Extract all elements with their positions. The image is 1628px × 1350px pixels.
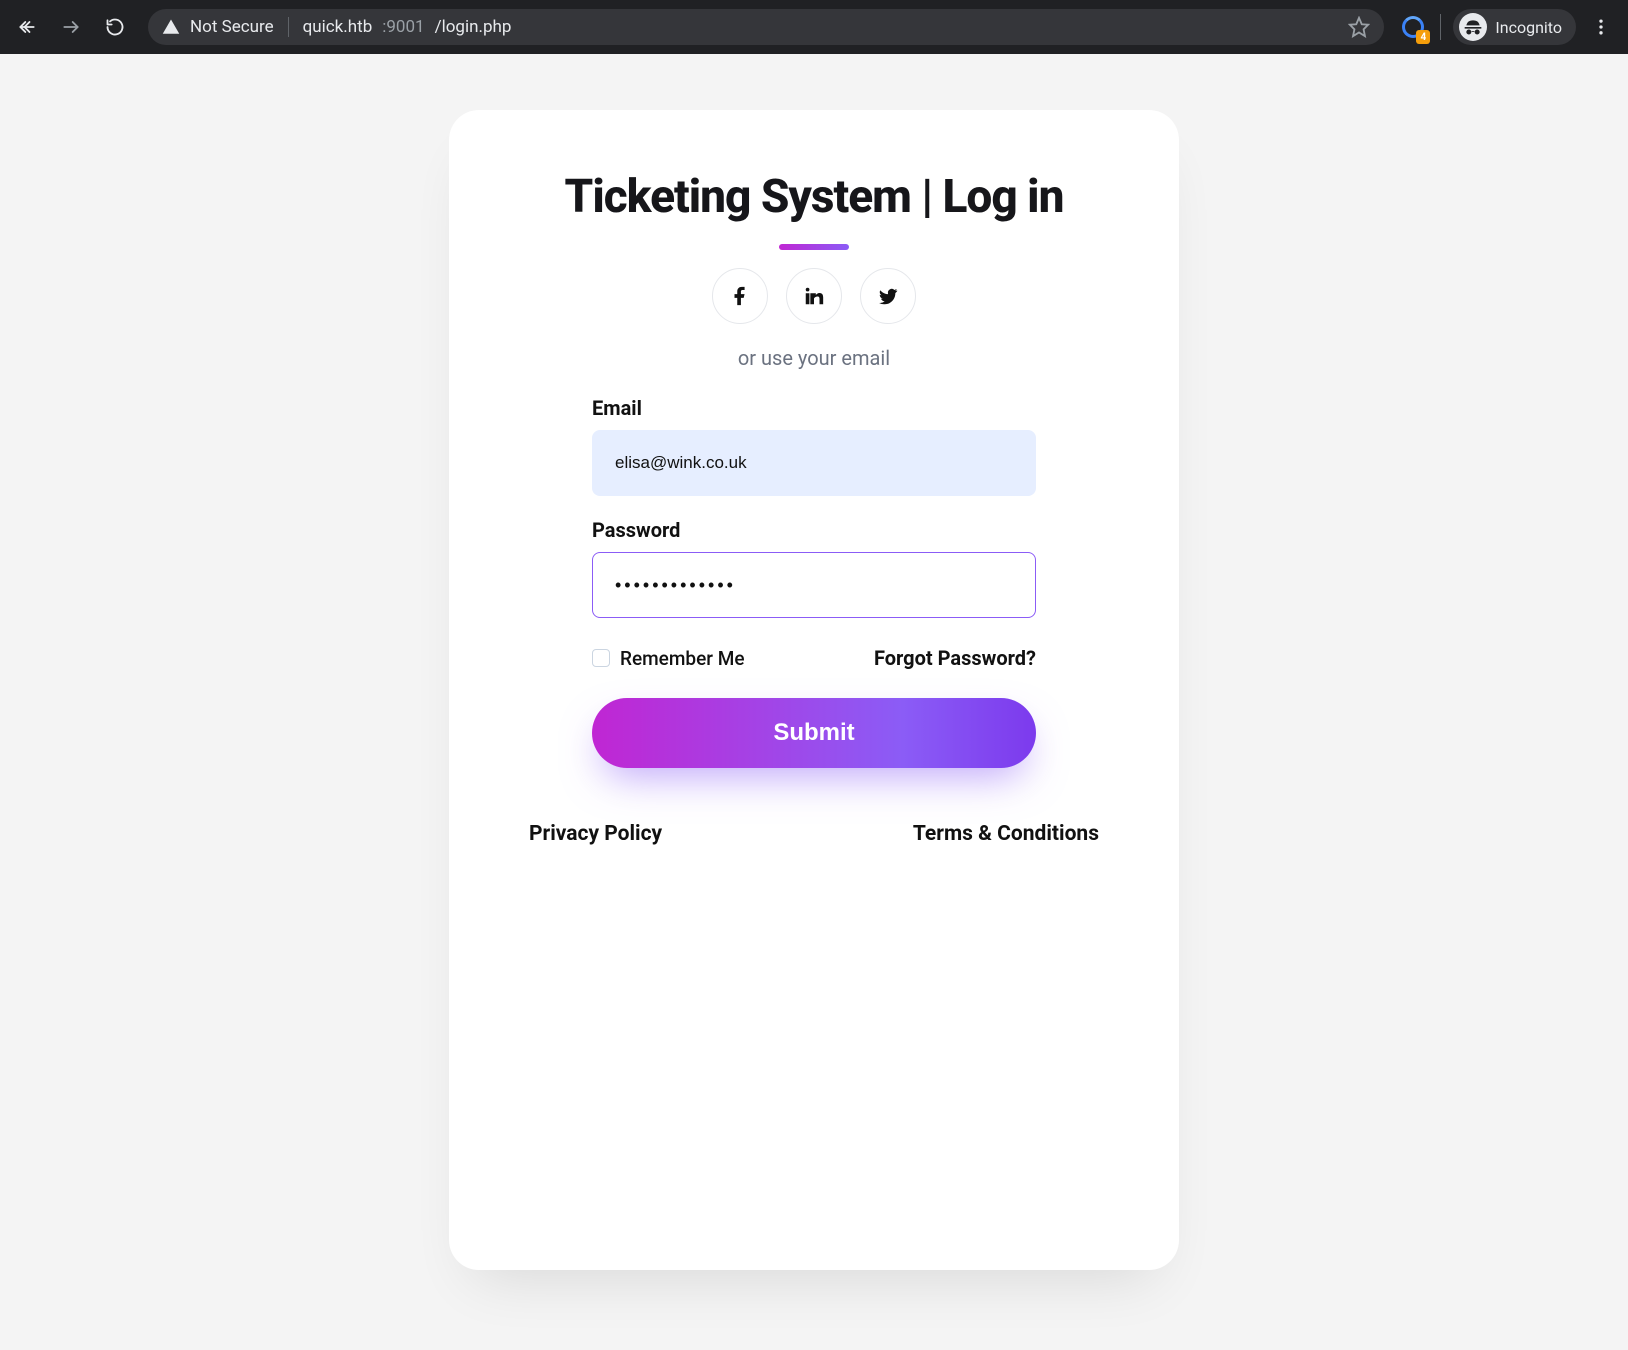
extension-icon[interactable]: 4 [1398,12,1428,42]
forward-button[interactable] [52,8,90,46]
email-hint: or use your email [529,346,1099,370]
incognito-label: Incognito [1495,18,1562,37]
terms-link[interactable]: Terms & Conditions [913,822,1099,846]
browser-toolbar: Not Secure quick.htb :9001/login.php 4 In… [0,0,1628,54]
twitter-icon [877,285,899,307]
submit-button[interactable]: Submit [592,698,1036,768]
back-button[interactable] [8,8,46,46]
remember-label: Remember Me [620,647,745,670]
not-secure-icon [162,18,180,36]
privacy-policy-link[interactable]: Privacy Policy [529,822,662,846]
social-login-row [529,268,1099,324]
password-input[interactable] [592,552,1036,618]
facebook-login-button[interactable] [712,268,768,324]
url-port: :9001 [382,17,424,37]
page-viewport: Ticketing System | Log in or use your em… [0,54,1628,1350]
title-accent [779,244,849,250]
extension-badge: 4 [1416,30,1430,44]
bookmark-star-icon[interactable] [1348,16,1370,38]
login-form: Email Password Remember Me Forgot Passwo… [592,396,1036,768]
reload-button[interactable] [96,8,134,46]
remember-checkbox[interactable] [592,649,610,667]
browser-menu-button[interactable] [1582,8,1620,46]
linkedin-login-button[interactable] [786,268,842,324]
page-title: Ticketing System | Log in [529,170,1099,224]
email-input[interactable] [592,430,1036,496]
remember-me[interactable]: Remember Me [592,647,745,670]
incognito-chip[interactable]: Incognito [1453,9,1576,45]
omnibox-separator [288,17,289,37]
linkedin-icon [803,285,825,307]
security-label: Not Secure [190,17,274,37]
toolbar-separator [1440,14,1441,40]
email-label: Email [592,396,1036,420]
incognito-icon [1459,13,1487,41]
address-bar[interactable]: Not Secure quick.htb :9001/login.php [148,9,1384,45]
url-host: quick.htb [303,17,373,37]
login-card: Ticketing System | Log in or use your em… [449,110,1179,1270]
password-label: Password [592,518,1036,542]
twitter-login-button[interactable] [860,268,916,324]
forgot-password-link[interactable]: Forgot Password? [874,646,1036,670]
url-path: /login.php [435,17,512,37]
facebook-icon [729,285,751,307]
